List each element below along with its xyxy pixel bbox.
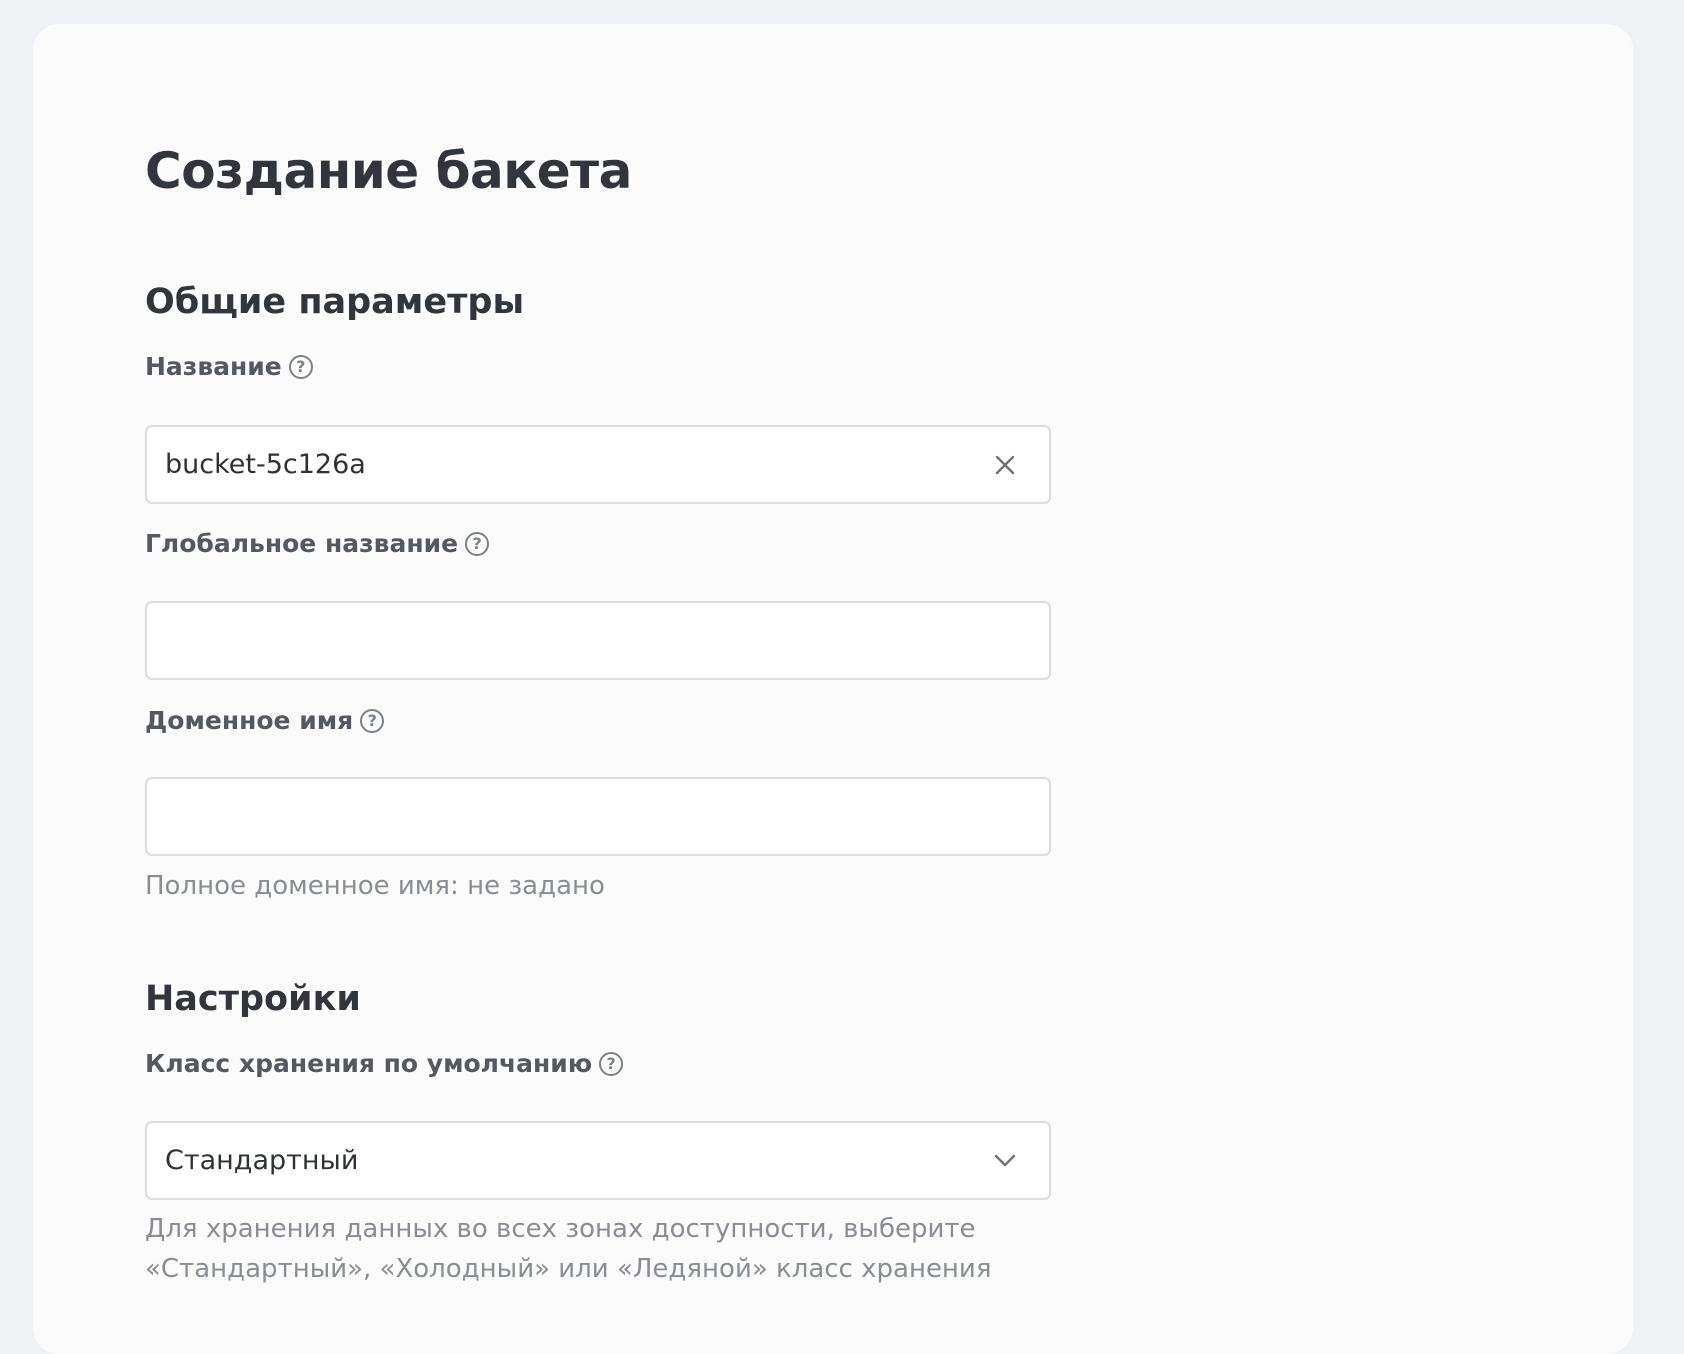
section-title-general: Общие параметры <box>145 282 525 322</box>
storage-class-select[interactable]: Стандартный <box>145 1121 1051 1200</box>
page-title: Создание бакета <box>145 142 632 200</box>
storage-class-selected[interactable]: Стандартный <box>165 1145 991 1176</box>
global-name-input[interactable] <box>145 601 1051 680</box>
help-icon[interactable]: ? <box>465 531 490 556</box>
domain-name-label: Доменное имя ? <box>145 706 385 735</box>
storage-class-hint-line1: Для хранения данных во всех зонах доступ… <box>145 1214 976 1244</box>
close-icon[interactable] <box>991 451 1019 479</box>
form-card: Создание бакета Общие параметры Название… <box>33 24 1633 1354</box>
name-input-value[interactable]: bucket-5c126a <box>165 449 991 480</box>
name-label: Название ? <box>145 352 313 381</box>
help-icon[interactable]: ? <box>360 708 385 733</box>
section-title-settings: Настройки <box>145 979 361 1019</box>
storage-class-label: Класс хранения по умолчанию ? <box>145 1049 624 1078</box>
global-name-label: Глобальное название ? <box>145 529 490 558</box>
chevron-down-icon[interactable] <box>991 1147 1019 1175</box>
name-input[interactable]: bucket-5c126a <box>145 425 1051 504</box>
domain-name-input[interactable] <box>145 777 1051 856</box>
domain-name-label-text: Доменное имя <box>145 706 354 735</box>
domain-name-hint: Полное доменное имя: не задано <box>145 871 605 901</box>
name-label-text: Название <box>145 352 282 381</box>
help-icon[interactable]: ? <box>599 1051 624 1076</box>
global-name-label-text: Глобальное название <box>145 529 459 558</box>
storage-class-label-text: Класс хранения по умолчанию <box>145 1049 593 1078</box>
help-icon[interactable]: ? <box>288 354 313 379</box>
storage-class-hint-line2: «Стандартный», «Холодный» или «Ледяной» … <box>145 1254 992 1284</box>
